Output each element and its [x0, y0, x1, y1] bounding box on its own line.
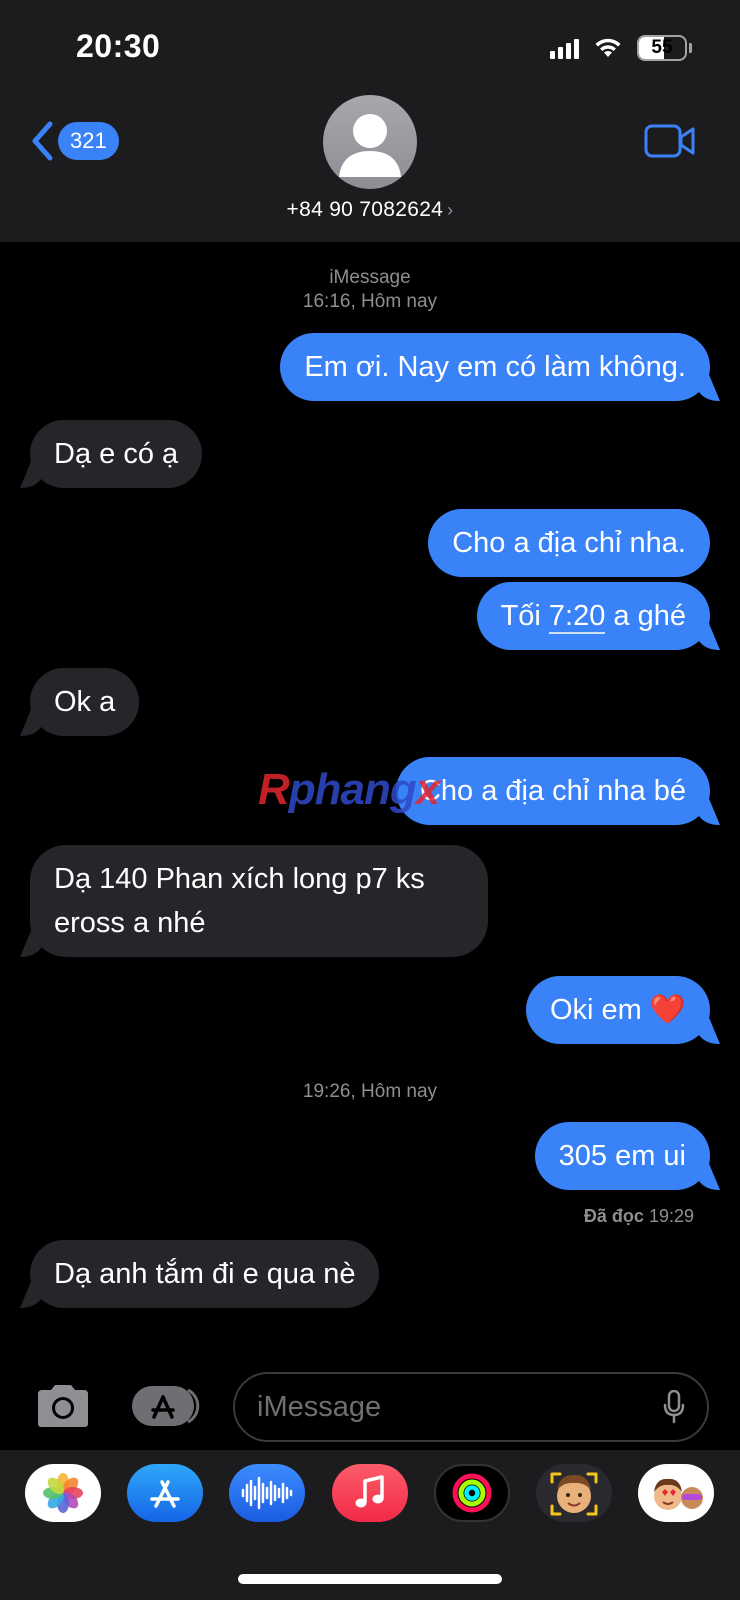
message-bubble-outgoing[interactable]: Em ơi. Nay em có làm không.: [280, 333, 710, 401]
contact-name[interactable]: +84 90 7082624 ›: [0, 198, 740, 222]
app-store-icon: [132, 1386, 200, 1426]
message-bubble-incoming[interactable]: Dạ e có ạ: [30, 420, 203, 488]
waveform-icon: [241, 1476, 293, 1510]
detected-time-link[interactable]: 7:20: [548, 600, 606, 634]
message-bubble-outgoing[interactable]: Tối 7:20 a ghé: [476, 582, 710, 650]
microphone-icon[interactable]: [663, 1390, 685, 1424]
photos-icon: [43, 1473, 83, 1513]
timestamp-divider: 16:16, Hôm nay: [302, 291, 438, 312]
chevron-left-icon: [32, 121, 53, 161]
camera-button[interactable]: [34, 1384, 92, 1433]
activity-app-icon[interactable]: [434, 1464, 510, 1522]
contact-number: +84 90 7082624: [286, 198, 444, 221]
cellular-signal-icon: [550, 37, 579, 59]
music-app-icon[interactable]: [332, 1464, 408, 1522]
message-bubble-outgoing[interactable]: 305 em ui: [534, 1122, 710, 1190]
memoji-stickers-icon: [654, 1478, 703, 1510]
battery-icon: 55: [637, 35, 687, 61]
message-text: Tối: [500, 600, 549, 632]
memoji-icon: [550, 1472, 598, 1516]
chevron-right-icon: ›: [447, 200, 454, 220]
unread-count-badge: 321: [58, 122, 119, 160]
music-note-icon: [355, 1475, 384, 1508]
message-bubble-incoming[interactable]: Dạ anh tắm đi e qua nè: [30, 1240, 380, 1308]
message-text: a ghé: [605, 600, 686, 632]
message-bubble-incoming[interactable]: Dạ 140 Phan xích long p7 ks eross a nhé: [30, 845, 488, 957]
memoji-app-icon[interactable]: [536, 1464, 612, 1522]
message-input[interactable]: iMessage: [233, 1372, 709, 1442]
message-input-placeholder: iMessage: [257, 1390, 382, 1423]
message-bubble-outgoing[interactable]: Cho a địa chỉ nha bé: [395, 757, 710, 825]
message-bubble-outgoing[interactable]: Oki em ❤️: [525, 976, 710, 1044]
conversation-header: 20:30 55 321 +84 90 7082624 ›: [0, 0, 740, 242]
app-store-app-icon[interactable]: [127, 1464, 203, 1522]
person-icon: [339, 114, 401, 177]
timestamp-divider: 19:26, Hôm nay: [302, 1081, 438, 1102]
wifi-icon: [595, 38, 621, 57]
activity-rings-icon: [452, 1473, 492, 1513]
memoji-stickers-app-icon[interactable]: [638, 1464, 714, 1522]
message-bubble-incoming[interactable]: Ok a: [30, 668, 140, 736]
message-bubble-outgoing[interactable]: Cho a địa chỉ nha.: [428, 509, 710, 577]
read-receipt: Đã đọc 19:29: [583, 1206, 694, 1226]
photos-app-icon[interactable]: [25, 1464, 101, 1522]
status-time: 20:30: [76, 28, 161, 64]
app-drawer-button[interactable]: [130, 1384, 200, 1433]
contact-avatar[interactable]: [323, 95, 417, 189]
app-store-a-icon: [150, 1480, 180, 1508]
service-label: iMessage: [329, 267, 411, 288]
facetime-video-button[interactable]: [644, 124, 696, 163]
status-icons: 55: [550, 34, 692, 62]
video-camera-icon: [644, 124, 695, 158]
home-indicator[interactable]: [238, 1574, 502, 1584]
back-button[interactable]: 321: [30, 120, 119, 162]
audio-messages-app-icon[interactable]: [229, 1464, 305, 1522]
watermark-logo: Rphangx: [258, 765, 440, 814]
battery-level: 55: [651, 37, 673, 58]
camera-icon: [38, 1385, 88, 1427]
